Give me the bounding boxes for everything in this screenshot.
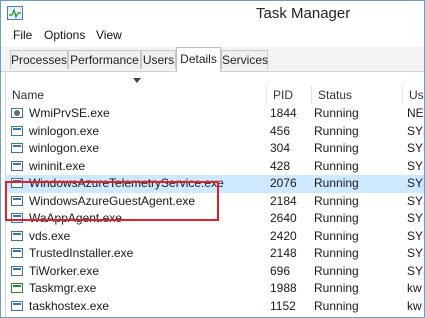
taskmgr-icon — [11, 283, 24, 294]
menu-view[interactable]: View — [96, 28, 122, 42]
table-row[interactable]: WaAppAgent.exe 2640 Running SYS — [6, 210, 424, 228]
table-header: Name PID Status Use — [6, 72, 424, 105]
tab-services[interactable]: Services — [221, 50, 268, 69]
table-row[interactable]: vds.exe 2420 Running SYS — [6, 228, 424, 246]
process-status: Running — [314, 263, 359, 278]
process-user: SYS — [407, 141, 424, 155]
process-status: Running — [314, 106, 359, 120]
title-bar: Task Manager — [1, 1, 424, 25]
table-row[interactable]: winlogon.exe 456 Running SYS — [6, 123, 424, 141]
process-icon — [11, 300, 24, 312]
column-header-name[interactable]: Name — [6, 86, 267, 104]
process-icon — [11, 230, 24, 242]
process-icon — [11, 178, 24, 189]
process-user: NE — [407, 106, 424, 120]
process-name: WindowsAzureTelemetryService.exe — [29, 176, 224, 190]
process-status: Running — [314, 141, 359, 155]
process-name: WaAppAgent.exe — [29, 211, 122, 225]
table-row[interactable]: winlogon.exe 304 Running SYS — [6, 140, 424, 158]
tab-processes[interactable]: Processes — [10, 50, 68, 69]
sort-descending-icon[interactable] — [133, 78, 141, 83]
process-user: kw — [407, 281, 422, 295]
process-status: Running — [314, 246, 359, 260]
process-user: SYS — [407, 228, 424, 243]
process-icon — [11, 125, 24, 137]
process-status: Running — [314, 176, 359, 190]
process-icon — [11, 248, 24, 259]
tab-details[interactable]: Details — [176, 47, 221, 72]
process-pid: 428 — [270, 158, 291, 173]
process-user: kw — [407, 298, 422, 313]
process-status: Running — [314, 123, 359, 138]
process-pid: 2420 — [270, 228, 297, 243]
process-pid: 2640 — [270, 211, 297, 225]
process-name: WindowsAzureGuestAgent.exe — [29, 193, 196, 208]
table-row[interactable]: Taskmgr.exe 1988 Running kw — [6, 280, 424, 298]
process-user: SYS — [407, 123, 424, 138]
menu-bar: File Options View — [1, 26, 424, 46]
process-user: SYS — [407, 158, 424, 173]
task-manager-app-icon — [7, 6, 23, 20]
table-row[interactable]: WindowsAzureGuestAgent.exe 2184 Running … — [6, 193, 424, 211]
process-user: SYS — [407, 193, 424, 208]
process-pid: 2076 — [270, 176, 297, 190]
process-status: Running — [314, 158, 359, 173]
column-header-user[interactable]: Use — [403, 86, 424, 104]
process-name: taskhostex.exe — [29, 298, 110, 313]
process-icon — [11, 143, 24, 154]
process-status: Running — [314, 193, 359, 208]
window-title: Task Manager — [256, 5, 351, 22]
process-name: WmiPrvSE.exe — [29, 106, 110, 120]
menu-file[interactable]: File — [13, 28, 32, 42]
process-pid: 1988 — [270, 281, 297, 295]
process-icon — [11, 265, 24, 277]
process-pid: 696 — [270, 263, 291, 278]
table-row[interactable]: WmiPrvSE.exe 1844 Running NE — [6, 105, 424, 123]
process-pid: 304 — [270, 141, 291, 155]
tab-users[interactable]: Users — [141, 50, 176, 69]
column-header-pid[interactable]: PID — [267, 86, 312, 104]
column-header-status[interactable]: Status — [312, 86, 403, 104]
tab-performance[interactable]: Performance — [68, 50, 141, 69]
gear-process-icon — [11, 108, 24, 119]
process-name: wininit.exe — [29, 158, 86, 173]
process-pid: 1844 — [270, 106, 297, 120]
table-row-selected[interactable]: WindowsAzureTelemetryService.exe 2076 Ru… — [6, 175, 424, 193]
process-pid: 1152 — [270, 298, 296, 313]
process-status: Running — [314, 281, 359, 295]
process-name: TiWorker.exe — [29, 263, 100, 278]
process-name: TrustedInstaller.exe — [29, 246, 134, 260]
process-user: SYS — [407, 263, 424, 278]
process-status: Running — [314, 211, 359, 225]
process-user: SYS — [407, 176, 424, 190]
process-name: winlogon.exe — [29, 141, 100, 155]
task-manager-window: Task Manager File Options View Processes… — [0, 0, 425, 318]
process-name: vds.exe — [29, 228, 71, 243]
process-name: Taskmgr.exe — [29, 281, 97, 295]
table-body: WmiPrvSE.exe 1844 Running NE winlogon.ex… — [6, 105, 424, 316]
process-user: SYS — [407, 246, 424, 260]
process-status: Running — [314, 298, 359, 313]
process-icon — [11, 213, 24, 224]
menu-options[interactable]: Options — [44, 28, 85, 42]
table-row[interactable]: taskhostex.exe 1152 Running kw — [6, 298, 424, 316]
tab-strip: Processes Performance Users Details Serv… — [1, 47, 424, 72]
process-details-table: Name PID Status Use WmiPrvSE.exe 1844 Ru… — [5, 72, 424, 317]
table-row[interactable]: TrustedInstaller.exe 2148 Running SYS — [6, 245, 424, 263]
table-row[interactable]: TiWorker.exe 696 Running SYS — [6, 263, 424, 281]
process-pid: 2148 — [270, 246, 297, 260]
process-status: Running — [314, 228, 359, 243]
table-row[interactable]: wininit.exe 428 Running SYS — [6, 158, 424, 176]
process-icon — [11, 195, 24, 207]
process-name: winlogon.exe — [29, 123, 100, 138]
process-user: SYS — [407, 211, 424, 225]
process-icon — [11, 160, 24, 172]
process-pid: 456 — [270, 123, 291, 138]
process-pid: 2184 — [270, 193, 297, 208]
